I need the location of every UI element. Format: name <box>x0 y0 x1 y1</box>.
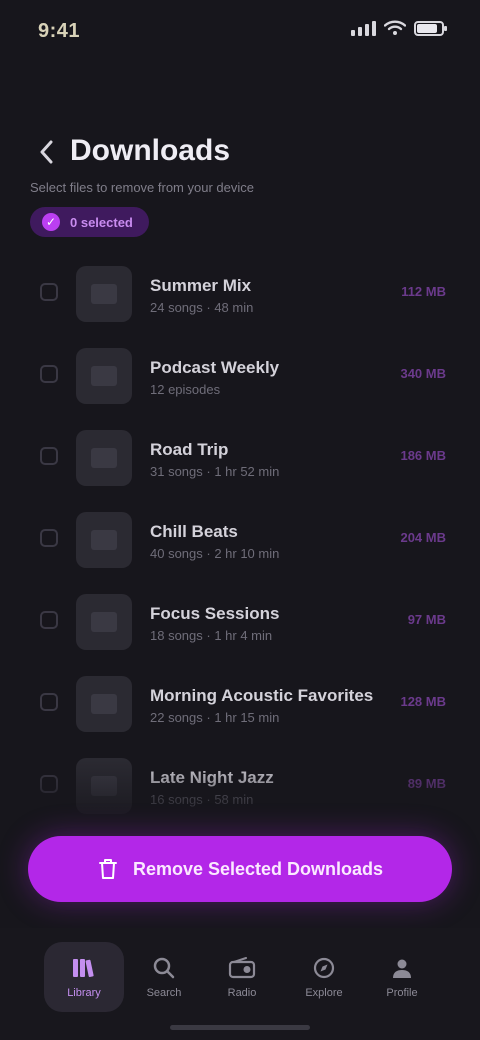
page-subtitle: Select files to remove from your device <box>30 180 254 195</box>
item-thumbnail <box>76 512 132 568</box>
nav-item-library[interactable]: Library <box>44 942 124 1012</box>
download-list-item[interactable]: Focus Sessions 18 songs · 1 hr 4 min 97 MB <box>0 578 480 660</box>
wifi-icon <box>384 20 406 36</box>
item-size: 97 MB <box>407 612 446 627</box>
battery-icon <box>414 20 447 36</box>
downloads-screen: 9:41 Downloads Select files to remove fr… <box>0 0 480 1040</box>
download-list-item[interactable]: Chill Beats 40 songs · 2 hr 10 min 204 MB <box>0 496 480 578</box>
item-size: 128 MB <box>400 694 446 709</box>
nav-label: Search <box>146 987 182 999</box>
item-name: Podcast Weekly <box>150 358 280 377</box>
downloads-list: Summer Mix 24 songs · 48 min 112 MB Podcast… <box>0 250 480 820</box>
nav-label: Profile <box>386 987 418 999</box>
radio-icon <box>228 955 256 981</box>
item-thumbnail <box>76 430 132 486</box>
item-thumbnail <box>76 594 132 650</box>
download-list-item[interactable]: Late Night Jazz 16 songs · 58 min 89 MB <box>0 742 480 820</box>
status-time: 9:41 <box>38 20 81 42</box>
album-icon <box>91 530 117 550</box>
selection-count-label: 0 selected <box>70 214 133 230</box>
item-meta: 12 episodes <box>150 382 221 397</box>
item-size: 89 MB <box>407 776 446 791</box>
check-icon: ✓ <box>42 213 60 231</box>
item-checkbox[interactable] <box>40 693 58 711</box>
album-icon <box>91 694 117 714</box>
item-thumbnail <box>76 676 132 732</box>
item-name: Late Night Jazz <box>150 768 274 787</box>
album-icon <box>91 448 117 468</box>
profile-icon <box>388 955 416 981</box>
nav-label: Library <box>67 987 101 999</box>
download-list-item[interactable]: Morning Acoustic Favorites 22 songs · 1 h… <box>0 660 480 742</box>
nav-item-profile[interactable]: Profile <box>362 942 442 1012</box>
select-all-toggle[interactable]: ✓ 0 selected <box>30 207 149 237</box>
trash-icon <box>97 858 119 880</box>
item-meta: 31 songs · 1 hr 52 min <box>150 464 280 479</box>
battery-level <box>417 23 437 33</box>
item-name: Morning Acoustic Favorites <box>150 686 374 705</box>
item-name: Road Trip <box>150 440 229 459</box>
nav-label: Radio <box>227 987 257 999</box>
search-icon <box>150 955 178 981</box>
status-icons <box>351 20 447 36</box>
item-thumbnail <box>76 266 132 322</box>
download-list-item[interactable]: Podcast Weekly 12 episodes 340 MB <box>0 332 480 414</box>
item-checkbox[interactable] <box>40 365 58 383</box>
album-icon <box>91 284 117 304</box>
home-indicator <box>170 1025 310 1030</box>
item-checkbox[interactable] <box>40 447 58 465</box>
item-meta: 18 songs · 1 hr 4 min <box>150 628 273 643</box>
nav-item-radio[interactable]: Radio <box>202 942 282 1012</box>
remove-downloads-label: Remove Selected Downloads <box>132 858 384 879</box>
download-list-item[interactable]: Road Trip 31 songs · 1 hr 52 min 186 MB <box>0 414 480 496</box>
podcast-icon <box>91 366 117 386</box>
item-name: Chill Beats <box>150 522 238 541</box>
album-icon <box>91 612 117 632</box>
item-name: Focus Sessions <box>150 604 280 623</box>
chevron-left-icon <box>40 140 53 164</box>
back-button[interactable] <box>30 134 62 170</box>
item-thumbnail <box>76 758 132 814</box>
nav-item-search[interactable]: Search <box>124 942 204 1012</box>
nav-item-explore[interactable]: Explore <box>284 942 364 1012</box>
page-title: Downloads <box>70 134 231 167</box>
item-checkbox[interactable] <box>40 283 58 301</box>
library-icon <box>70 955 98 981</box>
item-checkbox[interactable] <box>40 611 58 629</box>
item-meta: 24 songs · 48 min <box>150 300 254 315</box>
nav-label: Explore <box>305 987 343 999</box>
item-size: 204 MB <box>400 530 446 545</box>
remove-downloads-button[interactable]: Remove Selected Downloads <box>28 836 452 902</box>
album-icon <box>91 776 117 796</box>
item-size: 112 MB <box>401 284 446 299</box>
item-checkbox[interactable] <box>40 529 58 547</box>
item-name: Summer Mix <box>150 276 252 295</box>
item-meta: 40 songs · 2 hr 10 min <box>150 546 280 561</box>
explore-icon <box>310 955 338 981</box>
bottom-nav: Library Search Radio Explore Profile <box>0 928 480 1040</box>
cellular-signal-icon <box>351 20 376 36</box>
item-meta: 22 songs · 1 hr 15 min <box>150 710 280 725</box>
download-list-item[interactable]: Summer Mix 24 songs · 48 min 112 MB <box>0 250 480 332</box>
item-thumbnail <box>76 348 132 404</box>
item-size: 340 MB <box>400 366 446 381</box>
item-meta: 16 songs · 58 min <box>150 792 254 807</box>
status-bar: 9:41 <box>0 0 480 64</box>
item-size: 186 MB <box>400 448 446 463</box>
item-checkbox[interactable] <box>40 775 58 793</box>
